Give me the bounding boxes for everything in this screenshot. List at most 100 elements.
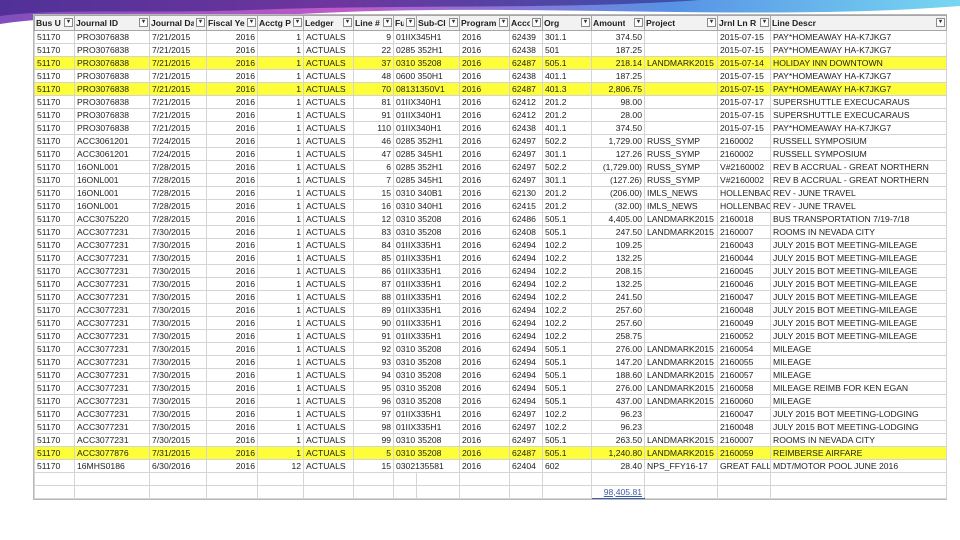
empty-cell[interactable] — [717, 485, 771, 499]
cell-org[interactable]: 505.1 — [542, 446, 592, 460]
cell-acctg-period[interactable]: 1 — [257, 225, 304, 239]
cell-line-number[interactable]: 5 — [353, 446, 394, 460]
cell-line-descr[interactable]: MILEAGE — [770, 355, 947, 369]
cell-bus-unit[interactable]: 51170 — [34, 225, 75, 239]
cell-bus-unit[interactable]: 51170 — [34, 329, 75, 343]
cell-jrnl-ln-ref[interactable]: 2015-07-14 — [717, 56, 771, 70]
empty-cell[interactable] — [303, 485, 354, 499]
cell-journal-date[interactable]: 7/30/2015 — [149, 225, 207, 239]
cell-jrnl-ln-ref[interactable]: 2160044 — [717, 251, 771, 265]
filter-dropdown-icon[interactable]: ▾ — [406, 18, 415, 27]
cell-line-descr[interactable]: JULY 2015 BOT MEETING-MILEAGE — [770, 238, 947, 252]
cell-bus-unit[interactable]: 51170 — [34, 186, 75, 200]
cell-jrnl-ln-ref[interactable]: 2160060 — [717, 394, 771, 408]
cell-program[interactable]: 2016 — [459, 407, 510, 421]
cell-line-number[interactable]: 81 — [353, 95, 394, 109]
cell-fiscal-year[interactable]: 2016 — [206, 160, 258, 174]
cell-fund-subclass[interactable]: 01IIX335H1 — [393, 329, 460, 343]
cell-acctg-period[interactable]: 1 — [257, 238, 304, 252]
cell-org[interactable]: 401.1 — [542, 69, 592, 83]
cell-amount[interactable]: 96.23 — [591, 407, 645, 421]
cell-project[interactable] — [644, 121, 718, 135]
empty-cell[interactable] — [459, 485, 510, 499]
cell-org[interactable]: 505.1 — [542, 212, 592, 226]
cell-acctg-period[interactable]: 1 — [257, 30, 304, 44]
cell-journal-date[interactable]: 7/30/2015 — [149, 355, 207, 369]
cell-amount[interactable]: (32.00) — [591, 199, 645, 213]
cell-amount[interactable]: 187.25 — [591, 43, 645, 57]
cell-journal-id[interactable]: PRO3076838 — [74, 121, 150, 135]
cell-project[interactable]: RUSS_SYMP — [644, 134, 718, 148]
empty-cell[interactable] — [393, 485, 417, 499]
cell-line-descr[interactable]: PAY*HOMEAWAY HA-K7JKG7 — [770, 69, 947, 83]
cell-journal-id[interactable]: PRO3076838 — [74, 30, 150, 44]
column-header-org[interactable]: Org ▾ — [542, 15, 592, 31]
cell-amount[interactable]: 437.00 — [591, 394, 645, 408]
cell-journal-date[interactable]: 7/28/2015 — [149, 160, 207, 174]
empty-cell[interactable] — [644, 485, 718, 499]
cell-bus-unit[interactable]: 51170 — [34, 251, 75, 265]
cell-program[interactable]: 2016 — [459, 56, 510, 70]
cell-project[interactable] — [644, 303, 718, 317]
cell-fiscal-year[interactable]: 2016 — [206, 342, 258, 356]
cell-ledger[interactable]: ACTUALS — [303, 30, 354, 44]
cell-program[interactable]: 2016 — [459, 329, 510, 343]
cell-account[interactable]: 62494 — [509, 368, 543, 382]
cell-journal-id[interactable]: ACC3077231 — [74, 355, 150, 369]
cell-amount[interactable]: 257.60 — [591, 316, 645, 330]
cell-journal-id[interactable]: ACC3075220 — [74, 212, 150, 226]
cell-jrnl-ln-ref[interactable]: 2160059 — [717, 446, 771, 460]
cell-bus-unit[interactable]: 51170 — [34, 303, 75, 317]
cell-line-descr[interactable]: JULY 2015 BOT MEETING-MILEAGE — [770, 329, 947, 343]
cell-program[interactable]: 2016 — [459, 459, 510, 473]
cell-line-number[interactable]: 94 — [353, 368, 394, 382]
cell-program[interactable]: 2016 — [459, 30, 510, 44]
cell-fund-subclass[interactable]: 0285 352H1 — [393, 43, 460, 57]
cell-account[interactable]: 62408 — [509, 225, 543, 239]
cell-line-number[interactable]: 97 — [353, 407, 394, 421]
cell-ledger[interactable]: ACTUALS — [303, 394, 354, 408]
cell-org[interactable]: 505.1 — [542, 355, 592, 369]
cell-org[interactable]: 201.2 — [542, 186, 592, 200]
cell-program[interactable]: 2016 — [459, 238, 510, 252]
empty-cell[interactable] — [34, 472, 75, 486]
cell-project[interactable]: RUSS_SYMP — [644, 160, 718, 174]
cell-jrnl-ln-ref[interactable]: 2160046 — [717, 277, 771, 291]
cell-program[interactable]: 2016 — [459, 251, 510, 265]
filter-dropdown-icon[interactable]: ▾ — [581, 18, 590, 27]
cell-journal-id[interactable]: PRO3076838 — [74, 108, 150, 122]
cell-amount[interactable]: 2,806.75 — [591, 82, 645, 96]
cell-jrnl-ln-ref[interactable]: 2160002 — [717, 147, 771, 161]
empty-cell[interactable] — [257, 472, 304, 486]
cell-bus-unit[interactable]: 51170 — [34, 108, 75, 122]
cell-journal-date[interactable]: 7/30/2015 — [149, 329, 207, 343]
cell-fiscal-year[interactable]: 2016 — [206, 251, 258, 265]
cell-fund-subclass[interactable]: 01IIX335H1 — [393, 251, 460, 265]
cell-fund-subclass[interactable]: 08131350V1 — [393, 82, 460, 96]
cell-fiscal-year[interactable]: 2016 — [206, 95, 258, 109]
cell-program[interactable]: 2016 — [459, 433, 510, 447]
cell-line-number[interactable]: 84 — [353, 238, 394, 252]
cell-bus-unit[interactable]: 51170 — [34, 277, 75, 291]
cell-account[interactable]: 62486 — [509, 212, 543, 226]
cell-org[interactable]: 602 — [542, 459, 592, 473]
cell-amount[interactable]: 1,729.00 — [591, 134, 645, 148]
cell-line-descr[interactable]: JULY 2015 BOT MEETING-MILEAGE — [770, 316, 947, 330]
empty-cell[interactable] — [509, 485, 543, 499]
empty-cell[interactable] — [416, 472, 460, 486]
cell-account[interactable]: 62494 — [509, 238, 543, 252]
cell-amount[interactable]: 132.25 — [591, 277, 645, 291]
cell-line-number[interactable]: 48 — [353, 69, 394, 83]
cell-acctg-period[interactable]: 1 — [257, 69, 304, 83]
cell-account[interactable]: 62494 — [509, 342, 543, 356]
cell-program[interactable]: 2016 — [459, 160, 510, 174]
cell-project[interactable] — [644, 43, 718, 57]
cell-acctg-period[interactable]: 1 — [257, 394, 304, 408]
cell-project[interactable] — [644, 95, 718, 109]
cell-journal-id[interactable]: 16MHS0186 — [74, 459, 150, 473]
cell-fiscal-year[interactable]: 2016 — [206, 368, 258, 382]
cell-line-descr[interactable]: REV B ACCRUAL - GREAT NORTHERN — [770, 173, 947, 187]
cell-bus-unit[interactable]: 51170 — [34, 433, 75, 447]
cell-account[interactable]: 62438 — [509, 43, 543, 57]
cell-journal-date[interactable]: 7/28/2015 — [149, 186, 207, 200]
